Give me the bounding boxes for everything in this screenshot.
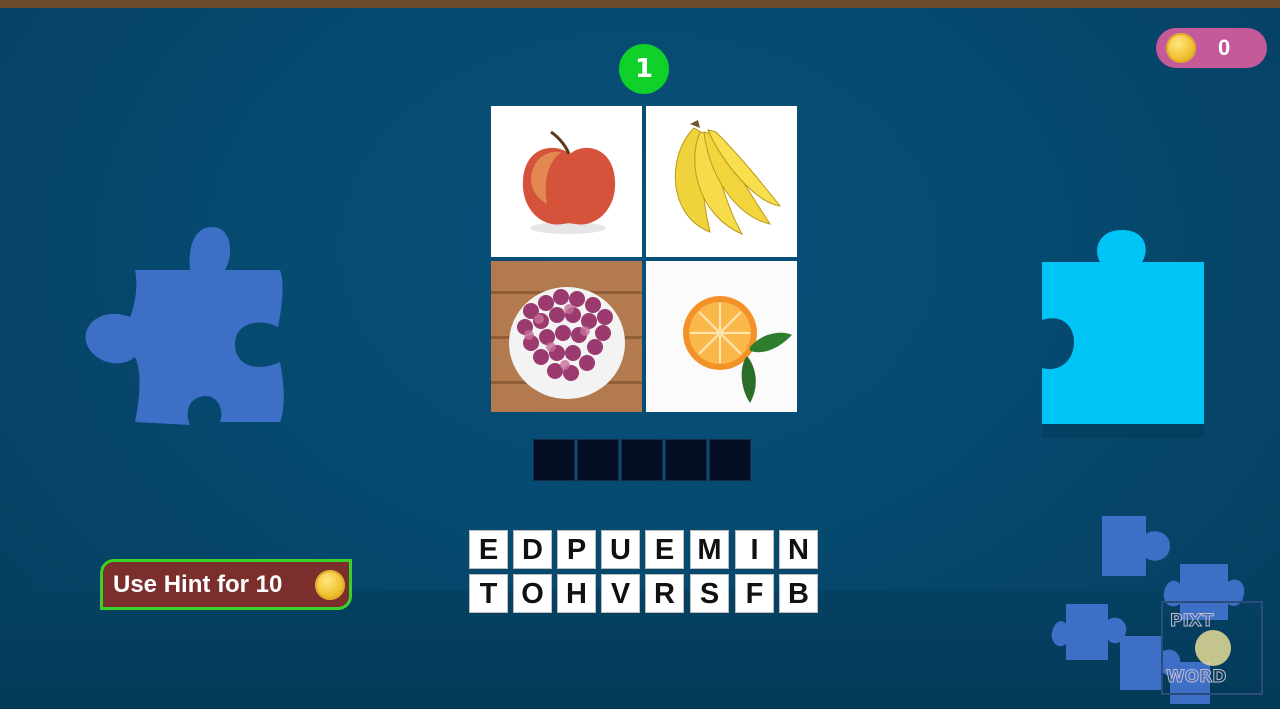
answer-slot[interactable] <box>621 439 663 481</box>
answer-slots <box>533 439 753 481</box>
orange-image <box>646 261 797 412</box>
level-badge: 1 <box>619 44 669 94</box>
banana-image-tile <box>646 106 797 257</box>
puzzle-piece-left-icon <box>85 227 284 425</box>
apple-image <box>491 106 642 257</box>
letter-tile[interactable]: P <box>557 530 596 569</box>
coin-icon <box>1166 33 1196 63</box>
grapes-image <box>491 261 642 412</box>
letter-tile[interactable]: T <box>469 574 508 613</box>
letter-tile[interactable]: H <box>557 574 596 613</box>
top-border <box>0 0 1280 8</box>
letter-tile[interactable]: F <box>735 574 774 613</box>
letter-tile[interactable]: B <box>779 574 818 613</box>
coin-count: 0 <box>1218 35 1231 60</box>
answer-slot[interactable] <box>709 439 751 481</box>
coin-icon <box>315 570 345 600</box>
letter-tile[interactable]: M <box>690 530 729 569</box>
answer-slot[interactable] <box>533 439 575 481</box>
letter-tile[interactable]: S <box>690 574 729 613</box>
banana-image <box>646 106 797 257</box>
letter-tile[interactable]: V <box>601 574 640 613</box>
coin-counter: 0 <box>1156 28 1267 68</box>
letter-tile[interactable]: N <box>779 530 818 569</box>
apple-image-tile <box>491 106 642 257</box>
answer-slot[interactable] <box>665 439 707 481</box>
letter-tile[interactable]: I <box>735 530 774 569</box>
letter-tile[interactable]: U <box>601 530 640 569</box>
grapes-image-tile <box>491 261 642 412</box>
puzzle-piece-right-icon <box>1042 230 1204 438</box>
letter-tile[interactable]: D <box>513 530 552 569</box>
pixt-word-logo: PIXT WORD <box>1161 601 1263 695</box>
use-hint-button[interactable]: Use Hint for 10 <box>100 559 352 610</box>
hint-label: Use Hint for 10 <box>113 571 283 598</box>
logo-top-text: PIXT <box>1170 611 1214 631</box>
letter-tile[interactable]: E <box>469 530 508 569</box>
answer-slot[interactable] <box>577 439 619 481</box>
letter-tile[interactable]: R <box>645 574 684 613</box>
letter-tile[interactable]: E <box>645 530 684 569</box>
letter-tile[interactable]: O <box>513 574 552 613</box>
orange-image-tile <box>646 261 797 412</box>
logo-bottom-text: WORD <box>1166 667 1226 687</box>
letter-grid: E D P U E M I N T O H V R S F B <box>469 530 819 615</box>
